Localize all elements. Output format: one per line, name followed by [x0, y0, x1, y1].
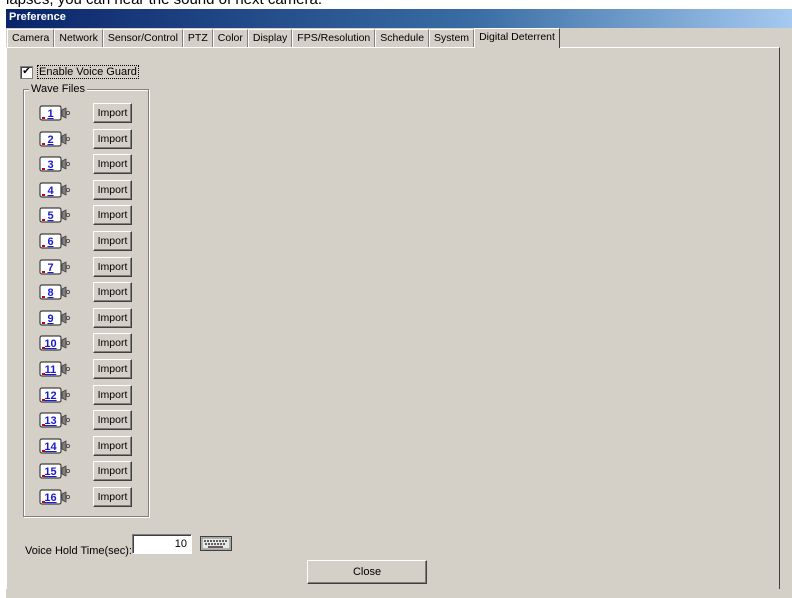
wave-files-title: Wave Files [29, 83, 87, 95]
enable-voice-guard-checkbox[interactable]: ✔ Enable Voice Guard [20, 65, 139, 79]
import-button[interactable]: Import [93, 128, 132, 149]
camera-number-icon: 9 [39, 310, 70, 326]
wave-file-row: 1 Import [35, 103, 145, 123]
tab-digital-deterrent[interactable]: Digital Deterrent [474, 28, 560, 48]
wave-file-row: 9 Import [35, 307, 145, 328]
import-button[interactable]: Import [93, 410, 132, 431]
import-button[interactable]: Import [93, 205, 132, 226]
tab-network[interactable]: Network [54, 29, 103, 47]
import-button[interactable]: Import [93, 154, 132, 175]
camera-number: 7 [47, 262, 53, 274]
import-button[interactable]: Import [93, 384, 132, 405]
camera-number-icon: 10 [39, 335, 70, 351]
import-button[interactable]: Import [93, 103, 132, 123]
camera-number: 8 [47, 287, 53, 299]
import-button[interactable]: Import [93, 461, 132, 482]
wave-file-row: 8 Import [35, 282, 145, 303]
import-button[interactable]: Import [93, 282, 132, 303]
camera-number-icon: 15 [39, 463, 70, 479]
import-button[interactable]: Import [93, 256, 132, 277]
wave-file-row: 4 Import [35, 179, 145, 200]
tab-sensor-control[interactable]: Sensor/Control [102, 29, 183, 47]
camera-number: 13 [44, 415, 56, 427]
import-button[interactable]: Import [93, 435, 132, 456]
tab-camera[interactable]: Camera [7, 29, 55, 47]
wave-file-row: 15 Import [35, 461, 145, 482]
camera-number-icon: 14 [39, 438, 70, 454]
import-button[interactable]: Import [93, 359, 132, 379]
camera-number: 11 [45, 364, 57, 376]
camera-number-icon: 1 [39, 105, 70, 121]
camera-number: 2 [47, 134, 53, 146]
camera-number-icon: 11 [39, 361, 70, 377]
wave-file-row: 7 Import [35, 256, 145, 277]
camera-number: 1 [47, 108, 53, 120]
camera-number: 16 [44, 492, 56, 504]
import-button[interactable]: Import [93, 179, 132, 200]
tab-schedule[interactable]: Schedule [375, 29, 430, 47]
camera-number: 12 [44, 390, 56, 402]
camera-number: 5 [47, 210, 53, 222]
wave-file-row: 6 Import [35, 231, 145, 251]
camera-number-icon: 3 [39, 156, 70, 172]
voice-hold-time-input[interactable]: 10 [132, 534, 192, 554]
camera-number: 15 [44, 466, 56, 478]
document-caption: lapses, you can hear the sound of next c… [6, 0, 322, 8]
tab-ptz[interactable]: PTZ [182, 29, 213, 47]
camera-number-icon: 8 [39, 284, 70, 300]
close-button[interactable]: Close [307, 560, 427, 584]
camera-number: 3 [47, 159, 53, 171]
camera-number-icon: 7 [39, 258, 70, 275]
camera-number: 6 [47, 236, 53, 248]
wave-file-row: 16 Import [35, 487, 145, 507]
camera-number-icon: 13 [39, 412, 70, 428]
camera-number-icon: 12 [39, 386, 70, 403]
tab-fps-resolution[interactable]: FPS/Resolution [292, 29, 376, 47]
checkbox-box[interactable]: ✔ [20, 65, 33, 79]
title-bar: Preference [6, 9, 792, 28]
camera-number: 14 [44, 441, 57, 453]
camera-number-icon: 6 [39, 233, 70, 249]
wave-file-row: 12 Import [35, 384, 145, 405]
keyboard-icon[interactable] [200, 536, 232, 551]
import-button[interactable]: Import [93, 307, 132, 328]
camera-number-icon: 16 [39, 489, 70, 505]
import-button[interactable]: Import [93, 231, 132, 251]
import-button[interactable]: Import [93, 333, 132, 354]
wave-file-row: 5 Import [35, 205, 145, 226]
import-button[interactable]: Import [93, 487, 132, 507]
camera-number: 9 [47, 313, 53, 325]
tab-bar: Camera Network Sensor/Control PTZ Color Displ… [7, 28, 560, 48]
tab-color[interactable]: Color [212, 29, 248, 47]
window-title: Preference [9, 11, 66, 23]
camera-number: 4 [47, 185, 54, 197]
voice-hold-time-label: Voice Hold Time(sec): [25, 545, 132, 557]
wave-file-row: 11 Import [35, 359, 145, 379]
camera-number: 10 [44, 338, 56, 350]
wave-file-row: 3 Import [35, 154, 145, 175]
tab-system[interactable]: System [429, 29, 475, 47]
enable-voice-guard-label[interactable]: Enable Voice Guard [37, 65, 139, 79]
wave-file-row: 14 Import [35, 435, 145, 456]
camera-number-icon: 4 [39, 182, 70, 198]
camera-number-icon: 2 [39, 130, 70, 147]
tab-display[interactable]: Display [247, 29, 293, 47]
wave-file-row: 13 Import [35, 410, 145, 431]
camera-number-icon: 5 [39, 207, 70, 223]
wave-file-row: 10 Import [35, 333, 145, 354]
wave-file-row: 2 Import [35, 128, 145, 149]
